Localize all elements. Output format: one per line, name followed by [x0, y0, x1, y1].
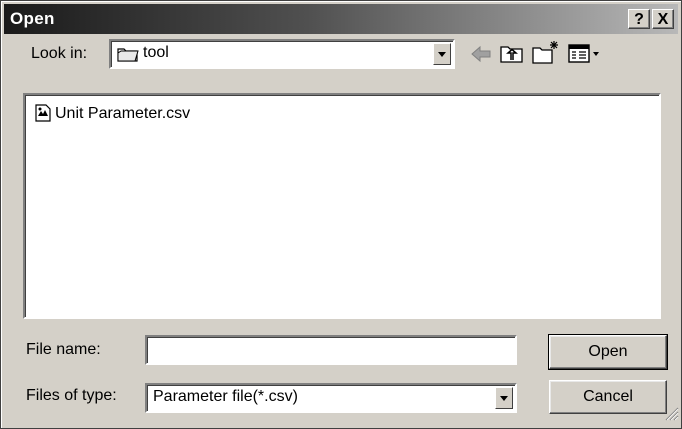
csv-file-icon	[35, 104, 51, 127]
resize-grip-icon[interactable]	[665, 407, 679, 426]
files-of-type-dropdown-button[interactable]	[495, 387, 513, 409]
file-list[interactable]: Unit Parameter.csv	[23, 93, 661, 319]
help-button[interactable]: ?	[628, 9, 650, 29]
chevron-down-icon	[438, 52, 446, 57]
back-arrow-icon[interactable]	[469, 43, 493, 70]
look-in-value: tool	[143, 44, 169, 61]
look-in-dropdown-button[interactable]	[433, 43, 451, 65]
new-folder-icon[interactable]	[531, 39, 561, 70]
files-of-type-value: Parameter file(*.csv)	[153, 388, 298, 405]
open-dialog: Open ? X Look in: tool Unit Parameter.cs…	[0, 0, 682, 429]
files-of-type-combo[interactable]: Parameter file(*.csv)	[145, 383, 517, 413]
title-bar[interactable]: Open ? X	[4, 4, 678, 34]
look-in-combo[interactable]: tool	[109, 39, 455, 69]
file-name: Unit Parameter.csv	[55, 105, 191, 122]
close-button[interactable]: X	[652, 9, 674, 29]
file-name-field[interactable]	[145, 335, 517, 365]
look-in-label: Look in:	[31, 45, 88, 62]
folder-icon	[117, 45, 139, 68]
files-of-type-label: Files of type:	[26, 387, 117, 404]
window-title: Open	[10, 9, 55, 28]
up-one-level-icon[interactable]	[499, 41, 525, 70]
cancel-button[interactable]: Cancel	[549, 380, 667, 414]
open-button[interactable]: Open	[548, 334, 668, 370]
file-name-label: File name:	[26, 341, 101, 358]
view-menu-icon[interactable]	[567, 43, 601, 70]
chevron-down-icon	[500, 396, 508, 401]
